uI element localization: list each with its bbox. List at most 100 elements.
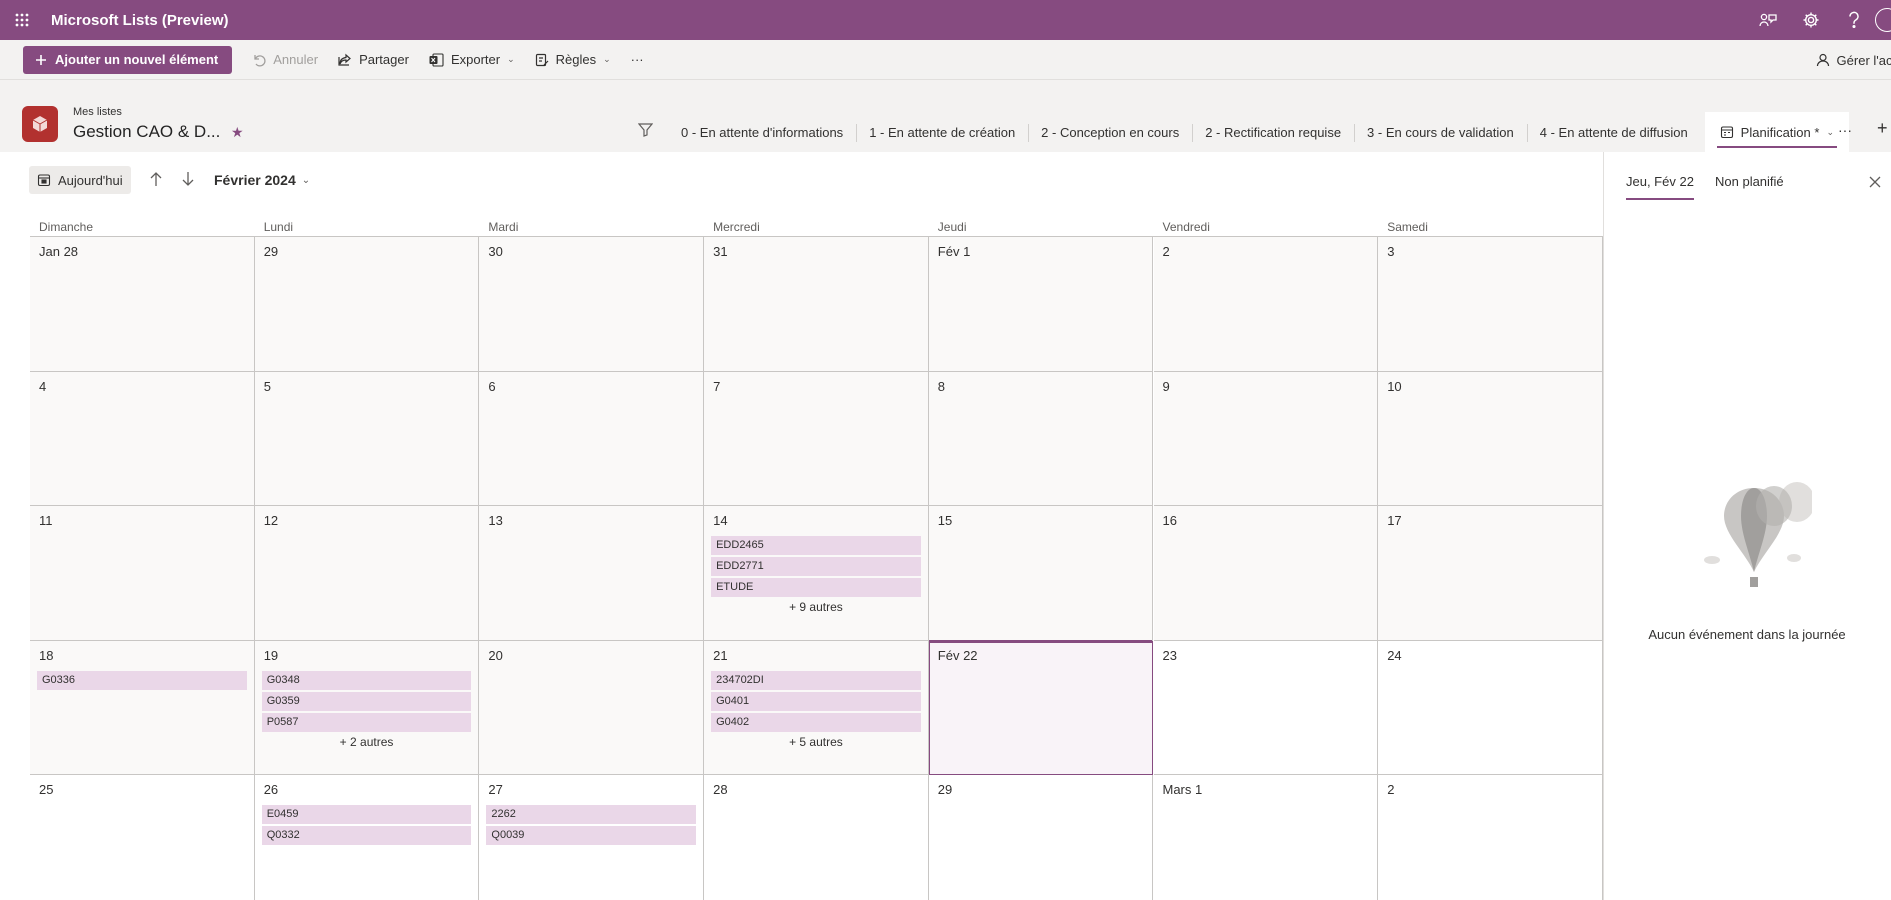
weekday-label: Mercredi [713,220,760,234]
calendar-day[interactable]: 30 [479,237,705,372]
app-title[interactable]: Microsoft Lists (Preview) [51,12,229,29]
manage-access-button[interactable]: Gérer l'acc [1816,40,1891,80]
empty-day-message: Aucun événement dans la journée [1648,627,1846,642]
calendar-day[interactable]: 9 [1153,371,1379,506]
calendar-day[interactable]: Mars 1 [1153,775,1379,900]
tab-view-0[interactable]: 0 - En attente d'informations [668,112,856,152]
day-number: 14 [713,513,728,528]
help-icon[interactable] [1832,0,1875,40]
calendar-event[interactable]: Q0332 [261,826,472,845]
list-title[interactable]: Gestion CAO & D... [73,122,220,142]
calendar-day[interactable]: 3 [1378,237,1603,372]
calendar-event[interactable]: G0402 [711,712,921,732]
tab-view-2[interactable]: 2 - Conception en cours [1028,112,1192,152]
calendar-day[interactable]: 25 [30,775,255,900]
calendar-day[interactable]: 14 EDD2465 EDD2771 ETUDE + 9 autres [704,506,929,641]
add-item-button[interactable]: Ajouter un nouvel élément [23,45,233,74]
calendar-day[interactable]: 31 [704,237,929,372]
suite-actions [1746,0,1891,40]
calendar-day[interactable]: 17 [1378,506,1603,641]
calendar-day[interactable]: 26 E0459 Q0332 [254,775,480,900]
tab-unplanned[interactable]: Non planifié [1715,174,1784,189]
app-launcher-icon[interactable] [0,0,44,40]
calendar-day[interactable]: 15 [928,506,1154,641]
calendar-day[interactable]: 21 234702DI G0401 G0402 + 5 autres [704,640,929,775]
favorite-star-icon[interactable]: ★ [231,124,244,141]
more-commands-button[interactable]: ··· [631,52,644,67]
month-picker[interactable]: Février 2024 ⌄ [214,172,310,188]
chevron-down-icon: ⌄ [1826,126,1834,137]
today-button[interactable]: Aujourd'hui [29,166,131,194]
calendar-day-today[interactable]: Fév 22 [928,639,1154,775]
breadcrumb[interactable]: Mes listes [73,106,122,118]
calendar-event[interactable]: 234702DI [711,670,921,690]
today-label: Aujourd'hui [58,172,123,188]
calendar-day[interactable]: 11 [30,506,255,641]
calendar-day[interactable]: 2 [1153,237,1379,372]
hot-air-balloon-illustration-icon [1702,480,1815,600]
calendar-event[interactable]: Q0039 [486,826,697,845]
calendar-day[interactable]: 10 [1378,371,1603,506]
calendar-day[interactable]: 2 [1378,775,1603,900]
share-button[interactable]: Partager [338,52,409,67]
more-events-link[interactable]: + 5 autres [704,735,928,749]
close-icon[interactable] [1869,175,1881,193]
calendar-day[interactable]: 8 [928,371,1154,506]
day-number: 7 [713,378,721,394]
calendar-event[interactable]: 2262 [486,805,697,824]
calendar-day[interactable]: Jan 28 [30,237,255,372]
calendar-day[interactable]: 5 [254,371,480,506]
calendar-event[interactable]: E0459 [261,805,472,824]
calendar-event[interactable]: ETUDE [711,578,921,597]
calendar-day[interactable]: 19 G0348 G0359 P0587 + 2 autres [254,640,480,775]
calendar-day[interactable]: 23 [1153,640,1379,775]
calendar-event[interactable]: G0336 [37,670,247,690]
feedback-icon[interactable] [1746,0,1789,40]
day-number: 8 [937,378,946,394]
calendar-day[interactable]: 7 [704,371,929,506]
tab-view-4[interactable]: 3 - En cours de validation [1354,112,1527,152]
tab-view-1[interactable]: 1 - En attente de création [856,112,1028,152]
avatar[interactable] [1875,8,1891,32]
filter-icon[interactable] [637,123,654,142]
export-button[interactable]: Exporter ⌄ [429,52,515,67]
more-views-button[interactable]: ··· [1838,122,1852,138]
calendar-event[interactable]: EDD2771 [711,557,921,576]
day-number: Fév 1 [937,244,971,259]
calendar-day[interactable]: 12 [254,506,480,641]
calendar-day[interactable]: 20 [479,640,705,775]
rules-icon [535,53,549,66]
tab-selected-day[interactable]: Jeu, Fév 22 [1626,174,1694,200]
rules-label: Règles [555,52,597,67]
next-month-arrow-icon[interactable] [181,171,195,192]
calendar-day[interactable]: 27 2262 Q0039 [479,775,705,900]
tab-view-5[interactable]: 4 - En attente de diffusion [1526,112,1701,152]
day-number: 30 [488,244,503,259]
tab-view-3[interactable]: 2 - Rectification requise [1192,112,1354,152]
add-view-button[interactable]: + [1877,118,1888,139]
calendar-day[interactable]: 28 [704,775,929,900]
calendar-day[interactable]: 4 [30,371,255,506]
calendar-day[interactable]: Fév 1 [928,237,1154,372]
more-events-link[interactable]: + 9 autres [704,600,928,614]
tab-planification[interactable]: Planification * ⌄ [1704,112,1849,152]
weekday-label: Jeudi [937,220,967,234]
previous-month-arrow-icon[interactable] [149,171,163,192]
calendar-day[interactable]: 18 G0336 [30,640,255,775]
calendar-day[interactable]: 6 [479,371,705,506]
calendar-day[interactable]: 24 [1378,640,1603,775]
calendar-event[interactable]: G0348 [261,670,472,690]
calendar-day[interactable]: 29 [928,775,1154,900]
person-icon [1816,53,1829,67]
calendar-day[interactable]: 16 [1153,506,1379,641]
calendar-day[interactable]: 13 [479,506,705,641]
undo-button[interactable]: Annuler [252,52,318,67]
calendar-event[interactable]: P0587 [261,712,472,732]
gear-icon[interactable] [1789,0,1832,40]
rules-button[interactable]: Règles ⌄ [535,52,611,67]
more-events-link[interactable]: + 2 autres [255,735,479,749]
calendar-event[interactable]: G0359 [261,691,472,711]
calendar-event[interactable]: G0401 [711,691,921,711]
calendar-day[interactable]: 29 [254,237,480,372]
calendar-event[interactable]: EDD2465 [711,536,921,555]
